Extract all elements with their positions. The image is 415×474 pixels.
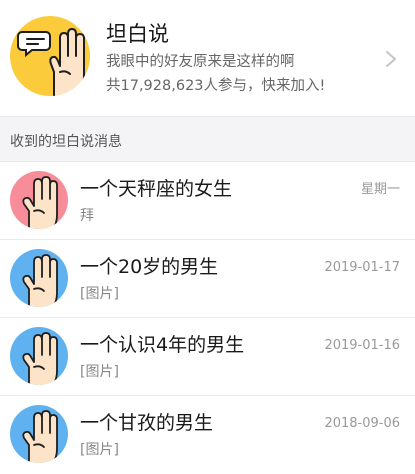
list-item[interactable]: 一个天秤座的女生 拜 星期一 — [0, 162, 415, 240]
message-list: 一个天秤座的女生 拜 星期一 一个20岁的男生 [图片] 2019-01-17 — [0, 162, 415, 474]
section-header: 收到的坦白说消息 — [0, 116, 415, 162]
section-label: 收到的坦白说消息 — [10, 134, 122, 150]
avatar — [10, 249, 68, 307]
confession-page: 坦白说 我眼中的好友原来是这样的啊 共17,928,623人参与，快来加入! 收… — [0, 0, 415, 474]
avatar — [10, 405, 68, 463]
hand-icon — [22, 332, 58, 385]
hand-icon — [22, 410, 58, 463]
avatar — [10, 171, 68, 229]
confession-avatar — [10, 16, 90, 96]
avatar — [10, 327, 68, 385]
message-title: 一个天秤座的女生 — [80, 178, 233, 200]
message-title: 一个认识4年的男生 — [80, 334, 245, 356]
message-preview: [图片] — [80, 286, 119, 302]
chevron-right-icon — [386, 51, 396, 67]
message-title: 一个20岁的男生 — [80, 256, 219, 278]
list-item[interactable]: 一个认识4年的男生 [图片] 2019-01-16 — [0, 318, 415, 396]
hand-icon — [22, 176, 58, 229]
page-subtitle: 我眼中的好友原来是这样的啊 — [106, 54, 295, 70]
message-time: 2018-09-06 — [324, 416, 400, 431]
message-title: 一个甘孜的男生 — [80, 412, 214, 434]
message-time: 2019-01-16 — [324, 338, 400, 353]
hand-icon — [22, 254, 58, 307]
list-item[interactable]: 一个甘孜的男生 [图片] 2018-09-06 — [0, 396, 415, 474]
participant-count: 共17,928,623人参与，快来加入! — [106, 78, 326, 94]
hand-speech-bubble-icon — [17, 28, 85, 96]
message-time: 星期一 — [360, 182, 400, 197]
message-preview: 拜 — [80, 208, 94, 224]
list-item[interactable]: 一个20岁的男生 [图片] 2019-01-17 — [0, 240, 415, 318]
confession-entry-card[interactable]: 坦白说 我眼中的好友原来是这样的啊 共17,928,623人参与，快来加入! — [0, 0, 415, 116]
message-preview: [图片] — [80, 364, 119, 380]
message-time: 2019-01-17 — [324, 260, 400, 275]
message-preview: [图片] — [80, 442, 119, 458]
page-title: 坦白说 — [106, 22, 169, 46]
